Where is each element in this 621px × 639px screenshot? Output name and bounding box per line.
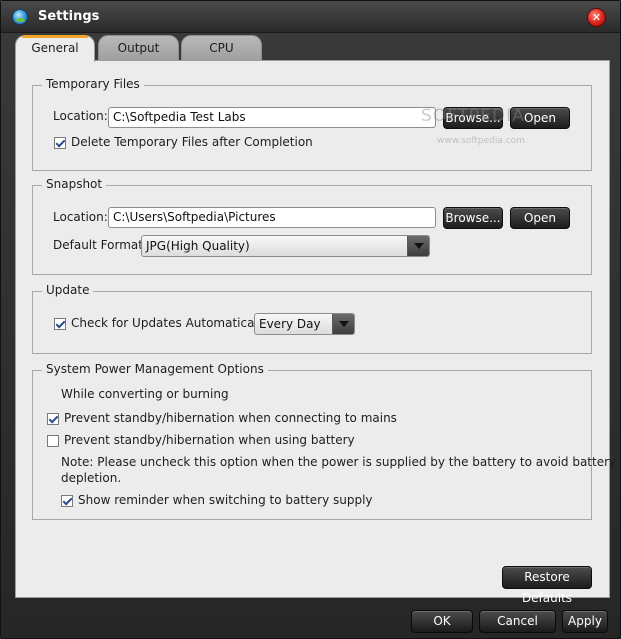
snapshot-group: Snapshot Location: C:\Users\Softpedia\Pi… — [32, 177, 592, 275]
close-icon[interactable]: ✕ — [587, 8, 606, 27]
prevent-battery-checkbox[interactable] — [47, 435, 59, 447]
power-note-line1: Note: Please uncheck this option when th… — [61, 455, 617, 469]
update-frequency-value: Every Day — [259, 317, 321, 331]
default-format-label: Default Format: — [53, 238, 147, 252]
tab-output[interactable]: Output — [98, 35, 179, 61]
snapshot-browse-button[interactable]: Browse... — [443, 207, 503, 229]
check-updates-checkbox[interactable] — [54, 318, 66, 330]
delete-temp-label: Delete Temporary Files after Completion — [71, 135, 313, 149]
power-management-group: System Power Management Options While co… — [32, 362, 616, 520]
default-format-value: JPG(High Quality) — [146, 239, 250, 253]
show-reminder-label: Show reminder when switching to battery … — [78, 493, 373, 507]
temp-location-input[interactable]: C:\Softpedia Test Labs — [108, 107, 436, 128]
window-title: Settings — [38, 9, 100, 24]
snapshot-location-input[interactable]: C:\Users\Softpedia\Pictures — [108, 207, 436, 228]
title-bar[interactable]: Settings ✕ — [1, 1, 620, 33]
prevent-mains-label: Prevent standby/hibernation when connect… — [64, 411, 397, 425]
power-subheading: While converting or burning — [61, 387, 229, 401]
snapshot-legend: Snapshot — [42, 177, 107, 191]
temporary-files-group: Temporary Files Location: C:\Softpedia T… — [32, 77, 592, 171]
prevent-battery-label: Prevent standby/hibernation when using b… — [64, 433, 355, 447]
snapshot-location-label: Location: — [53, 210, 108, 224]
tab-cpu[interactable]: CPU — [181, 35, 262, 61]
temporary-files-legend: Temporary Files — [42, 77, 144, 91]
update-group: Update Check for Updates Automatically: … — [32, 283, 592, 354]
app-globe-icon — [12, 9, 28, 25]
delete-temp-checkbox[interactable] — [54, 137, 66, 149]
chevron-down-icon[interactable] — [407, 236, 429, 256]
check-updates-label: Check for Updates Automatically: — [71, 316, 272, 330]
softpedia-url-watermark: www.softpedia.com — [437, 136, 525, 146]
general-panel: Temporary Files Location: C:\Softpedia T… — [15, 60, 616, 605]
ok-button[interactable]: OK — [411, 610, 473, 633]
snapshot-open-button[interactable]: Open — [510, 207, 570, 229]
prevent-mains-checkbox[interactable] — [47, 413, 59, 425]
restore-defaults-button[interactable]: Restore Defaults — [502, 566, 592, 605]
show-reminder-checkbox[interactable] — [61, 495, 73, 507]
power-management-legend: System Power Management Options — [42, 362, 268, 376]
apply-button[interactable]: Apply — [562, 610, 608, 633]
temp-location-label: Location: — [53, 109, 108, 123]
settings-window: Settings ✕ General Output CPU Temporary … — [0, 0, 621, 639]
cancel-button[interactable]: Cancel — [479, 610, 556, 633]
update-frequency-select[interactable]: Every Day — [254, 313, 355, 335]
update-legend: Update — [42, 283, 94, 297]
tab-general[interactable]: General — [15, 35, 95, 62]
default-format-select[interactable]: JPG(High Quality) — [141, 235, 430, 257]
power-note-line2: depletion. — [61, 471, 122, 485]
chevron-down-icon[interactable] — [332, 314, 354, 334]
softpedia-watermark: SOFTPEDIA — [421, 106, 525, 126]
